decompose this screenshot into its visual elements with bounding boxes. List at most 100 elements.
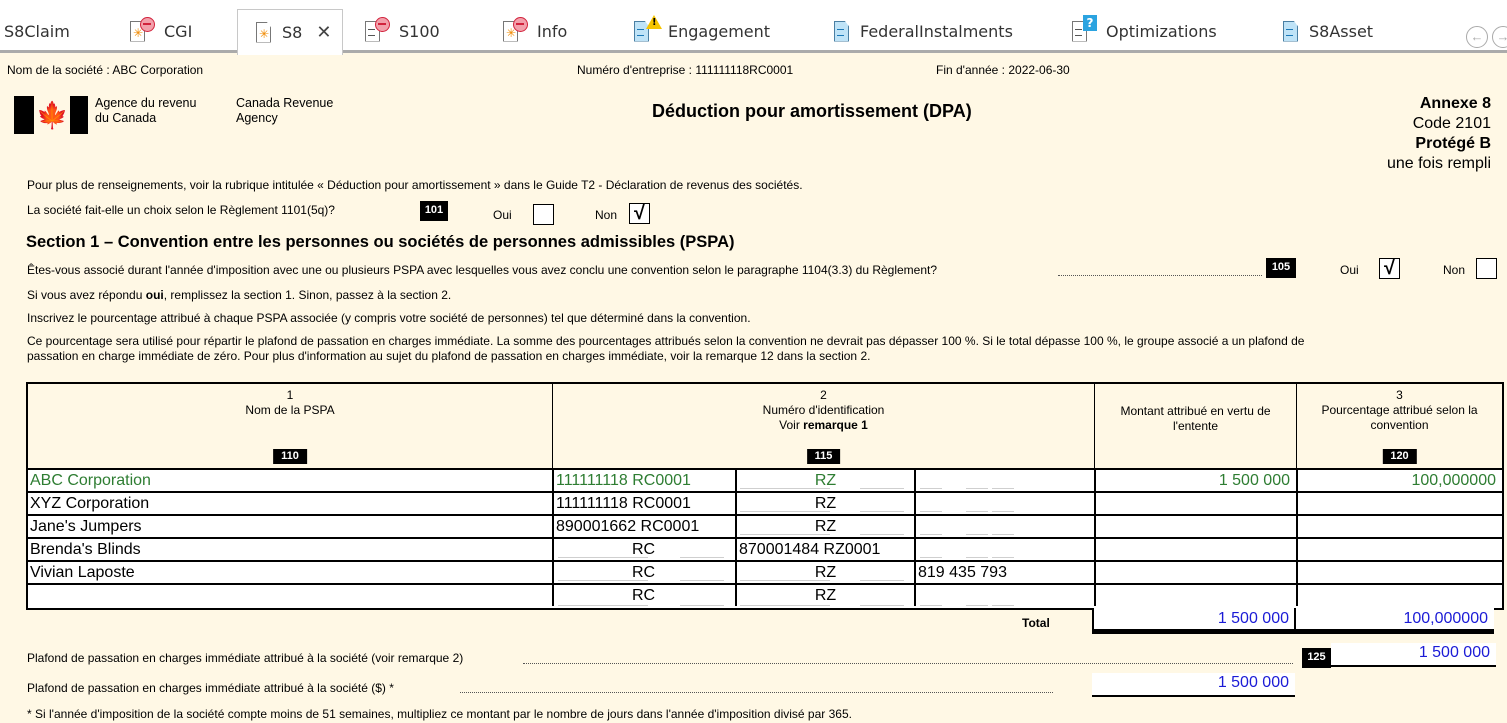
code-110: 110 <box>273 449 307 464</box>
col-label: Montant attribué en vertu de l'entente <box>1120 404 1271 433</box>
amount-field[interactable] <box>1094 493 1296 514</box>
total-percent: 100,000000 <box>1294 608 1494 634</box>
limit-value[interactable]: 1 500 000 <box>1331 643 1496 667</box>
input-placeholder-line <box>992 557 1014 558</box>
table-row: Brenda's Blinds RC 870001484 RZ0001 <box>28 539 1502 562</box>
q101-oui-checkbox[interactable] <box>533 204 554 225</box>
close-tab-icon[interactable]: ✕ <box>316 22 331 43</box>
tab-label: Info <box>537 22 568 41</box>
amount-field[interactable] <box>1094 585 1296 606</box>
input-placeholder-line <box>920 605 942 606</box>
table-body: ABC Corporation 111111118 RC0001 RZ 1 500 0… <box>28 470 1502 608</box>
tab-label: Engagement <box>668 22 771 41</box>
col-number: 3 <box>1396 388 1403 402</box>
doc-lines-question-icon: ? <box>1072 14 1097 43</box>
id-rc-field[interactable]: 111111118 RC0001 <box>552 493 735 514</box>
tab-s8asset[interactable]: S8Asset <box>1283 10 1373 53</box>
section-1-title: Section 1 – Convention entre les personn… <box>26 233 735 251</box>
col-number: 2 <box>820 388 827 402</box>
input-placeholder-line <box>558 580 648 581</box>
instruction-line-2: Inscrivez le pourcentage attribué à chaq… <box>27 311 751 325</box>
pspa-name-field[interactable] <box>28 585 552 606</box>
total-amount: 1 500 000 <box>1092 608 1295 634</box>
q101-non-checkbox[interactable]: √ <box>629 203 650 224</box>
once-filled-label: une fois rempli <box>1386 155 1491 172</box>
tab-info[interactable]: ✳ Info <box>503 10 567 53</box>
canada-flag-logo: 🍁 <box>14 96 88 134</box>
q105-non-checkbox[interactable] <box>1476 258 1497 279</box>
amount-field[interactable] <box>1094 539 1296 560</box>
annex-block: Annexe 8 Code 2101 Protégé B une fois re… <box>1387 94 1491 174</box>
agency-en-line1: Canada Revenue <box>236 96 334 110</box>
amount-field[interactable]: 1 500 000 <box>1094 470 1296 491</box>
percent-field[interactable]: 100,000000 <box>1296 470 1502 491</box>
question-105: Êtes-vous associé durant l'année d'impos… <box>27 263 938 277</box>
id-other-field[interactable]: 819 435 793 <box>914 562 1094 583</box>
agency-en-line2: Agency <box>236 111 278 125</box>
input-placeholder-line <box>966 557 988 558</box>
agency-fr-line1: Agence du revenu <box>95 96 197 110</box>
code-105: 105 <box>1266 258 1296 278</box>
input-placeholder-line <box>860 534 904 535</box>
form-code: Code 2101 <box>1412 115 1491 132</box>
id-rz-field[interactable]: 870001484 RZ0001 <box>735 539 914 560</box>
leader-dots <box>460 692 1053 693</box>
q105-oui-checkbox[interactable]: √ <box>1379 258 1400 279</box>
amount-field[interactable] <box>1094 516 1296 537</box>
scroll-tabs-left-button[interactable]: ← <box>1466 26 1488 48</box>
input-placeholder-line <box>860 488 904 489</box>
remark-1-link[interactable]: remarque 1 <box>803 418 868 432</box>
id-other-field[interactable] <box>914 585 1094 606</box>
id-rc-field[interactable]: 111111118 RC0001 <box>552 470 735 491</box>
business-number: Numéro d'entreprise : 111111118RC0001 <box>577 63 794 77</box>
tab-label: S100 <box>399 22 440 41</box>
percent-field[interactable] <box>1296 539 1502 560</box>
amount-field[interactable] <box>1094 562 1296 583</box>
tab-optimizations[interactable]: ? Optimizations <box>1072 10 1217 53</box>
annex-number: Annexe 8 <box>1419 95 1491 112</box>
col-header-amount: Montant attribué en vertu de l'entente <box>1094 384 1296 468</box>
pspa-name-field[interactable]: XYZ Corporation <box>28 493 552 514</box>
tab-s8[interactable]: ✳ S8 ✕ <box>237 9 343 55</box>
col-label: Nom de la PSPA <box>245 403 335 417</box>
pspa-name-field[interactable]: ABC Corporation <box>28 470 552 491</box>
tab-label: Optimizations <box>1106 22 1217 41</box>
id-rc-field[interactable]: 890001662 RC0001 <box>552 516 735 537</box>
input-placeholder-line <box>860 580 904 581</box>
percent-field[interactable] <box>1296 562 1502 583</box>
tab-engagement[interactable]: Engagement <box>634 10 770 53</box>
protected-label: Protégé B <box>1415 135 1491 152</box>
percent-field[interactable] <box>1296 585 1502 606</box>
q105-oui-label: Oui <box>1340 263 1359 277</box>
instruction-line-1: Si vous avez répondu oui, remplissez la … <box>27 288 451 302</box>
input-placeholder-line <box>740 605 830 606</box>
doc-star-error-icon: ✳ <box>503 16 528 43</box>
pspa-name-field[interactable]: Brenda's Blinds <box>28 539 552 560</box>
tab-s100[interactable]: S100 <box>365 10 440 53</box>
tab-federalinstalments[interactable]: FederalInstalments <box>834 10 1013 53</box>
input-placeholder-line <box>966 488 988 489</box>
tab-s8claim[interactable]: S8Claim <box>2 10 70 53</box>
id-rc-field[interactable]: RC <box>552 585 735 606</box>
code-101: 101 <box>420 201 448 221</box>
table-row: XYZ Corporation 111111118 RC0001 RZ <box>28 493 1502 516</box>
input-placeholder-line <box>740 488 830 489</box>
text: Si vous avez répondu <box>27 288 146 302</box>
pspa-table: 1 Nom de la PSPA 110 2 Numéro d'identifi… <box>26 382 1504 610</box>
instruction-line-3b: passation en charge immédiate de zéro. P… <box>27 349 871 363</box>
pspa-name-field[interactable]: Vivian Laposte <box>28 562 552 583</box>
table-row: Vivian Laposte RC RZ 819 435 793 <box>28 562 1502 585</box>
table-row: Jane's Jumpers 890001662 RC0001 RZ <box>28 516 1502 539</box>
input-placeholder-line <box>966 511 988 512</box>
limit-label: Plafond de passation en charges immédiat… <box>27 651 464 665</box>
pspa-name-field[interactable]: Jane's Jumpers <box>28 516 552 537</box>
scroll-tabs-right-button[interactable]: → <box>1492 26 1507 48</box>
limit-dollar-value[interactable]: 1 500 000 <box>1092 673 1295 697</box>
input-placeholder-line <box>992 488 1014 489</box>
percent-field[interactable] <box>1296 493 1502 514</box>
percent-field[interactable] <box>1296 516 1502 537</box>
q101-non-label: Non <box>595 208 618 222</box>
total-label: Total <box>1022 616 1050 630</box>
tab-cgi[interactable]: ✳ CGI <box>130 10 192 53</box>
id-rz-field[interactable]: RZ <box>735 585 914 606</box>
